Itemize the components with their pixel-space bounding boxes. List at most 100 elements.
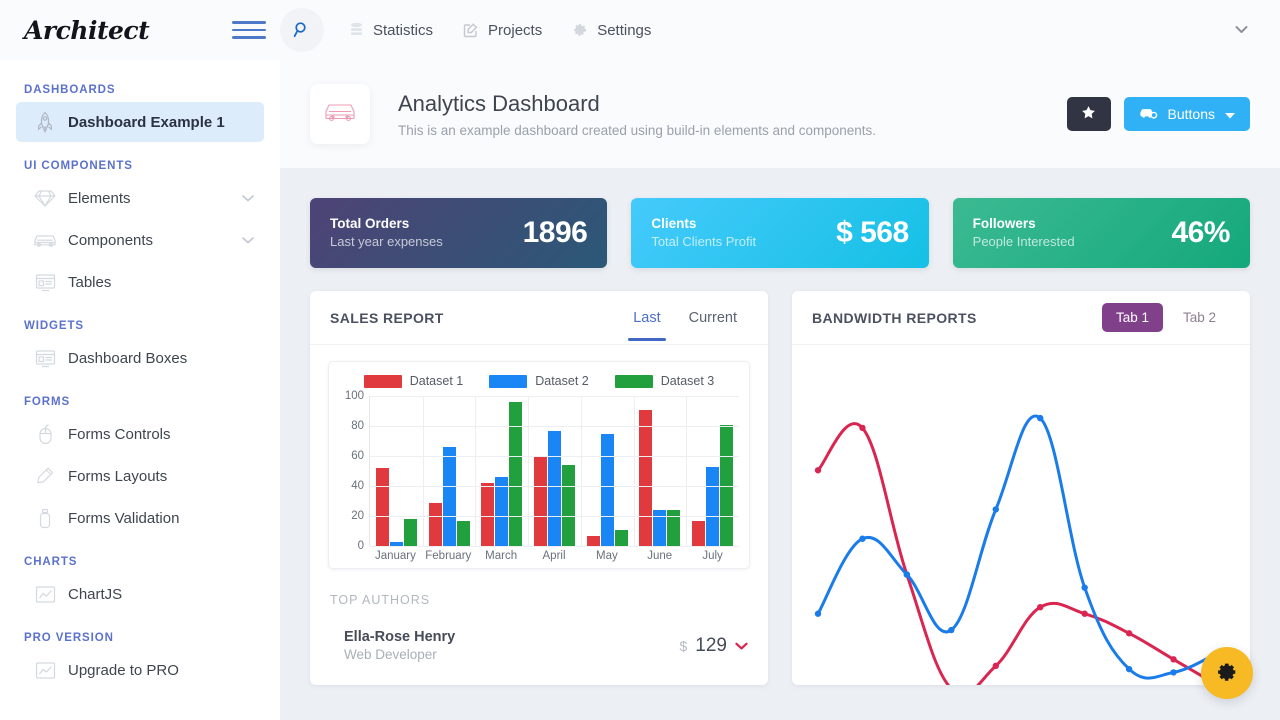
- bar[interactable]: [481, 483, 495, 546]
- bar[interactable]: [509, 402, 523, 546]
- bar[interactable]: [639, 409, 653, 546]
- bar[interactable]: [706, 466, 720, 546]
- gridline: [370, 426, 739, 427]
- line-data-point[interactable]: [948, 626, 955, 634]
- sidebar-item-dashboard-example-1[interactable]: Dashboard Example 1: [16, 102, 264, 142]
- caret-down-icon: [1225, 106, 1235, 122]
- nav-item-projects[interactable]: Projects: [450, 14, 555, 47]
- favorite-star-button[interactable]: [1066, 97, 1111, 131]
- sidebar-item-components[interactable]: Components: [16, 220, 264, 260]
- sidebar-item-forms-layouts[interactable]: Forms Layouts: [16, 456, 264, 496]
- gridline: [370, 546, 739, 547]
- legend-item[interactable]: Dataset 3: [614, 374, 714, 388]
- bar[interactable]: [600, 433, 614, 546]
- bar-group: [370, 396, 423, 546]
- line-data-point[interactable]: [992, 506, 999, 513]
- chevron-down-icon[interactable]: [1227, 13, 1256, 47]
- author-list-item[interactable]: Ella-Rose Henry Web Developer $ 129: [330, 619, 748, 672]
- sidebar-label: Upgrade to PRO: [68, 661, 179, 679]
- pen-icon: [30, 466, 60, 486]
- legend-swatch: [363, 374, 402, 388]
- brand-logo: Architect: [24, 15, 150, 45]
- edit-square-icon: [463, 22, 479, 38]
- sales-bar-chart[interactable]: Dataset 1 Dataset 2 Dataset 3 0 20 40 60 80 100…: [328, 361, 750, 569]
- sidebar-item-tables[interactable]: Tables: [16, 262, 264, 302]
- line-data-point[interactable]: [814, 610, 822, 617]
- sidebar-item-upgrade-to-pro[interactable]: Upgrade to PRO: [16, 650, 264, 690]
- y-axis-tick: 40: [351, 480, 364, 492]
- legend-swatch: [614, 374, 653, 388]
- nav-item-statistics[interactable]: Statistics: [336, 14, 446, 47]
- line-data-point[interactable]: [992, 662, 999, 670]
- chevron-down-icon[interactable]: [242, 194, 254, 202]
- line-data-point[interactable]: [1170, 656, 1177, 663]
- bar[interactable]: [428, 502, 442, 546]
- y-axis-tick: 20: [351, 510, 364, 522]
- x-axis-label: May: [596, 550, 618, 562]
- bar[interactable]: [692, 520, 706, 546]
- sidebar-label: Forms Validation: [68, 509, 180, 527]
- sales-report-header: SALES REPORT Last Current: [310, 291, 768, 345]
- bar[interactable]: [534, 456, 548, 546]
- chevron-down-icon[interactable]: [242, 236, 254, 244]
- line-data-point[interactable]: [1081, 610, 1088, 617]
- sidebar-item-elements[interactable]: Elements: [16, 178, 264, 218]
- bandwidth-reports-header: BANDWIDTH REPORTS Tab 1 Tab 2: [792, 291, 1250, 345]
- bar[interactable]: [614, 529, 628, 546]
- line-data-point[interactable]: [1037, 604, 1044, 611]
- bar[interactable]: [586, 535, 600, 546]
- line-data-point[interactable]: [903, 571, 911, 578]
- stat-title: Followers: [972, 216, 1036, 232]
- bar[interactable]: [562, 465, 576, 546]
- stat-card-clients[interactable]: Clients Total Clients Profit $ 568: [631, 198, 929, 268]
- legend-item[interactable]: Dataset 1: [363, 374, 463, 388]
- line-data-point[interactable]: [1125, 630, 1133, 637]
- stat-card-followers[interactable]: Followers People Interested 46%: [952, 198, 1250, 268]
- tab-1[interactable]: Tab 1: [1101, 303, 1163, 332]
- nav-item-settings[interactable]: Settings: [559, 14, 664, 47]
- y-axis-tick: 80: [351, 420, 364, 432]
- legend-item[interactable]: Dataset 2: [489, 374, 589, 388]
- line-data-point[interactable]: [859, 424, 866, 432]
- settings-fab-button[interactable]: [1201, 647, 1253, 699]
- line-data-point[interactable]: [1125, 665, 1133, 673]
- tab-2[interactable]: Tab 2: [1169, 303, 1230, 332]
- sidebar-item-dashboard-boxes[interactable]: Dashboard Boxes: [16, 338, 264, 378]
- search-icon[interactable]: [280, 8, 324, 52]
- tab-last[interactable]: Last: [622, 294, 671, 341]
- bar[interactable]: [403, 519, 417, 546]
- gridline: [370, 456, 739, 457]
- line-data-point[interactable]: [1037, 414, 1044, 422]
- stat-card-total-orders[interactable]: Total Orders Last year expenses 1896: [310, 198, 608, 268]
- stat-text: Followers People Interested: [973, 215, 1075, 251]
- bar-group: [581, 396, 634, 546]
- line-data-point[interactable]: [1081, 584, 1088, 591]
- gridline: [370, 486, 739, 487]
- stat-title: Total Orders: [330, 216, 410, 232]
- bar-group: [686, 396, 739, 546]
- line-data-point[interactable]: [814, 467, 822, 474]
- gridline-vertical: [580, 396, 582, 546]
- tab-current[interactable]: Current: [678, 294, 748, 341]
- line-series-path: [816, 414, 1220, 680]
- gridline: [370, 396, 739, 397]
- sidebar-label: Components: [68, 231, 154, 249]
- buttons-dropdown-button[interactable]: Buttons: [1123, 97, 1250, 131]
- bar[interactable]: [456, 520, 470, 546]
- line-data-point[interactable]: [859, 535, 866, 542]
- bandwidth-line-chart[interactable]: [792, 345, 1250, 685]
- mouse-icon: [30, 423, 60, 445]
- bar[interactable]: [442, 447, 456, 546]
- bar[interactable]: [548, 430, 562, 546]
- gridline-vertical: [686, 396, 688, 546]
- sidebar: DASHBOARDS Dashboard Example 1 UI COMPON…: [0, 60, 280, 720]
- legend-swatch: [489, 374, 528, 388]
- sidebar-item-forms-controls[interactable]: Forms Controls: [16, 414, 264, 454]
- bar[interactable]: [375, 468, 389, 546]
- hamburger-menu-icon[interactable]: [232, 17, 268, 43]
- gear-icon: [1216, 661, 1238, 686]
- sidebar-item-forms-validation[interactable]: Forms Validation: [16, 498, 264, 538]
- bar[interactable]: [495, 477, 509, 546]
- line-data-point[interactable]: [1170, 669, 1177, 676]
- sidebar-item-chartjs[interactable]: ChartJS: [16, 574, 264, 614]
